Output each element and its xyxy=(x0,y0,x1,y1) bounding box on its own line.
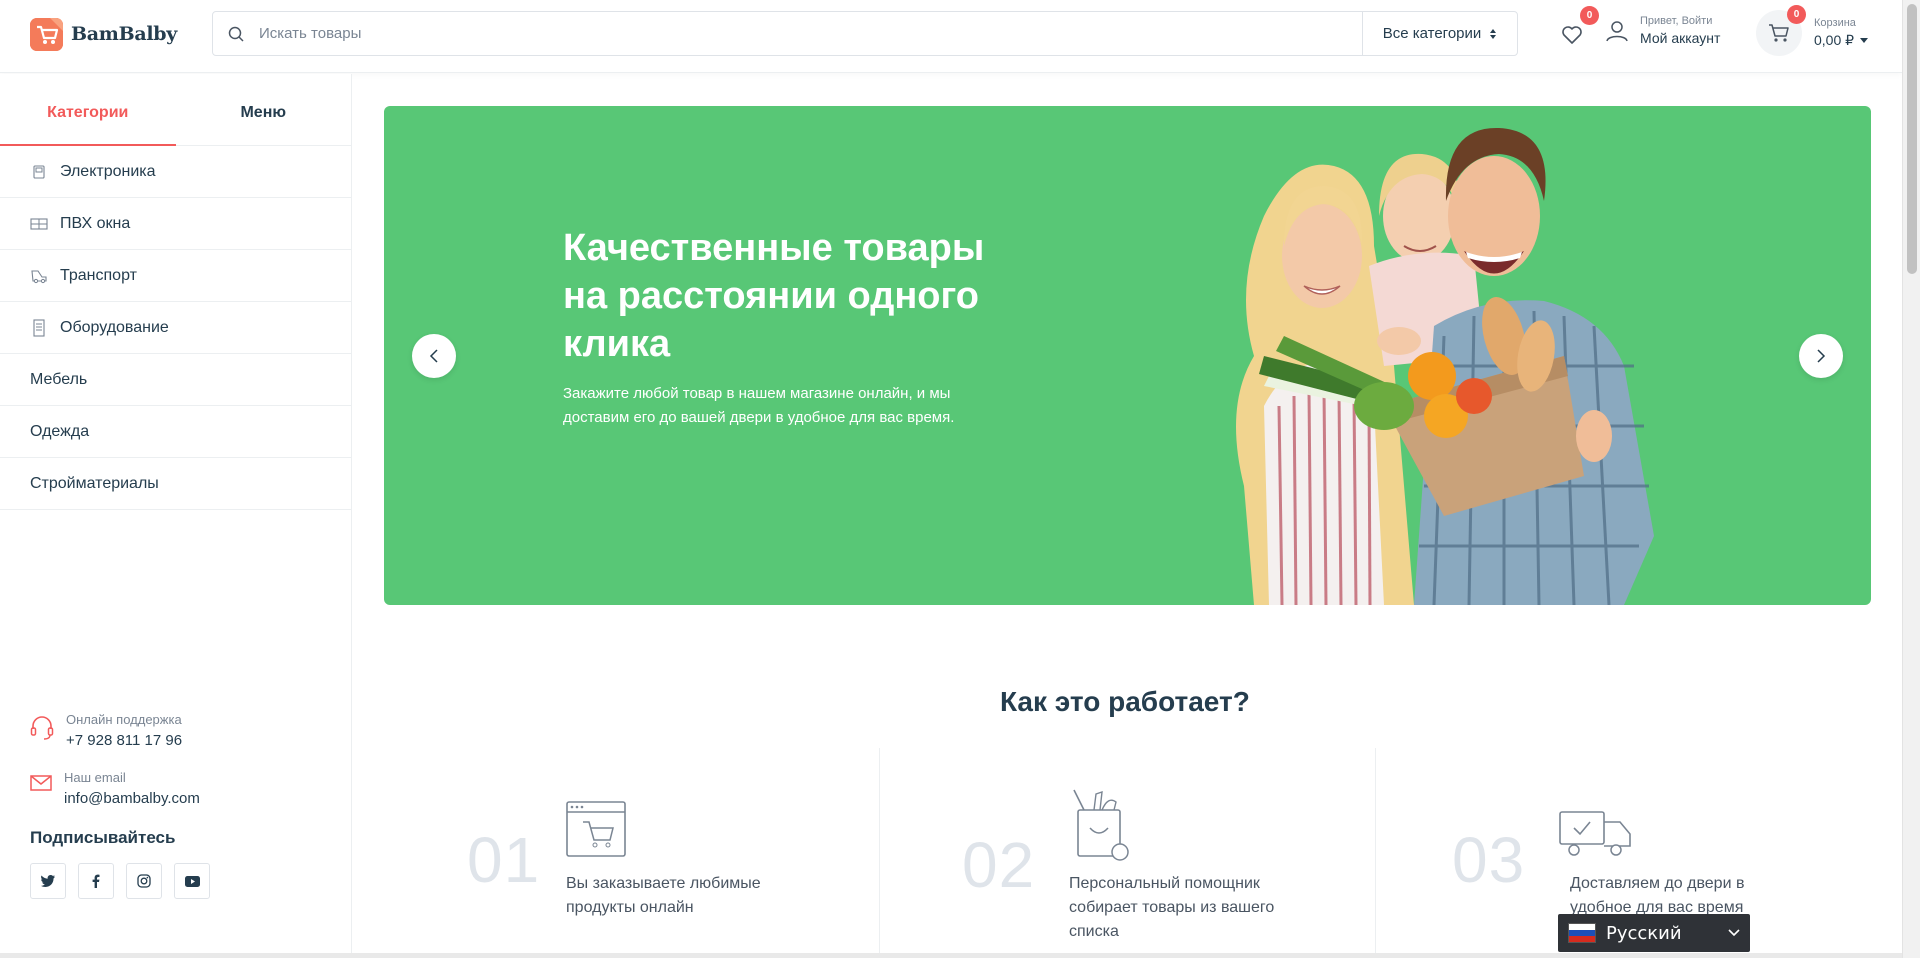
tab-categories[interactable]: Категории xyxy=(0,74,176,146)
cart-label: Корзина xyxy=(1814,17,1856,29)
slider-next-button[interactable] xyxy=(1799,334,1843,378)
electronics-icon xyxy=(30,163,48,181)
page-bottom-border xyxy=(0,953,1902,958)
logo-text: BamBalby xyxy=(71,23,177,45)
user-icon xyxy=(1606,20,1628,41)
cart-total: 0,00 ₽ xyxy=(1814,32,1855,48)
search-icon xyxy=(213,12,259,55)
envelope-icon xyxy=(30,775,52,791)
grocery-bag-icon xyxy=(1073,789,1129,861)
cart-icon-wrap: 0 xyxy=(1756,5,1806,56)
sidebar-item-label: Одежда xyxy=(30,422,90,440)
account-label: Мой аккаунт xyxy=(1640,30,1721,46)
sidebar-item-clothing[interactable]: Одежда xyxy=(0,406,351,458)
sidebar: Категории Меню Электроника ПВХ окна Тран… xyxy=(0,74,352,958)
logo-cart-icon xyxy=(30,17,63,51)
chevron-down-icon xyxy=(1728,929,1740,937)
russia-flag-icon xyxy=(1568,923,1596,943)
heart-icon xyxy=(1562,26,1582,44)
how-it-works-title: Как это работает? xyxy=(1000,686,1250,717)
sidebar-item-label: Стройматериалы xyxy=(30,474,159,492)
step-text: Персональный помощник собирает товары из… xyxy=(1069,875,1275,940)
search-bar: Все категории xyxy=(212,11,1518,56)
account-greeting: Привет, Войти xyxy=(1640,15,1713,27)
hero-subtitle: Закажите любой товар в нашем магазине он… xyxy=(563,385,955,426)
support-label: Онлайн поддержка xyxy=(66,712,182,727)
sidebar-item-electronics[interactable]: Электроника xyxy=(0,146,351,198)
language-label: Русский xyxy=(1606,922,1682,944)
email-value[interactable]: info@bambalby.com xyxy=(64,790,200,807)
step-text: Вы заказываете любимые продукты онлайн xyxy=(566,875,761,916)
support-phone[interactable]: +7 928 811 17 96 xyxy=(66,732,182,749)
hero-family-image xyxy=(1236,127,1654,605)
sort-arrows-icon xyxy=(1490,28,1497,39)
step-text: Доставляем до двери в удобное для вас вр… xyxy=(1570,875,1745,916)
instagram-link[interactable] xyxy=(126,863,162,899)
delivery-truck-icon xyxy=(1559,811,1631,856)
sidebar-item-label: Электроника xyxy=(60,162,156,180)
hero-banner: Качественные товары на расстоянии одного… xyxy=(384,106,1871,605)
equipment-icon xyxy=(30,318,48,337)
sidebar-item-equipment[interactable]: Оборудование xyxy=(0,302,351,354)
support-block: Онлайн поддержка +7 928 811 17 96 Наш em… xyxy=(30,712,210,899)
email-row: Наш email info@bambalby.com xyxy=(30,770,210,807)
step-number: 02 xyxy=(962,829,1036,901)
twitter-link[interactable] xyxy=(30,863,66,899)
slider-prev-button[interactable] xyxy=(412,334,456,378)
social-links xyxy=(30,863,210,899)
sidebar-item-transport[interactable]: Транспорт xyxy=(0,250,351,302)
instagram-icon xyxy=(137,874,151,888)
chevron-right-icon xyxy=(1817,349,1826,363)
site-header: BamBalby Все категории 0 Привет, Войти М… xyxy=(0,0,1902,73)
category-select[interactable]: Все категории xyxy=(1362,12,1517,55)
cart-count-badge: 0 xyxy=(1787,5,1806,24)
youtube-link[interactable] xyxy=(174,863,210,899)
transport-icon xyxy=(30,267,48,285)
facebook-icon xyxy=(92,874,100,888)
sidebar-item-furniture[interactable]: Мебель xyxy=(0,354,351,406)
twitter-icon xyxy=(41,875,55,887)
hero-title: Качественные товары на расстоянии одного… xyxy=(563,227,985,365)
sidebar-item-label: Мебель xyxy=(30,370,88,388)
vertical-scrollbar[interactable] xyxy=(1902,0,1920,958)
sidebar-item-building-materials[interactable]: Стройматериалы xyxy=(0,458,351,510)
scrollbar-thumb[interactable] xyxy=(1907,4,1917,274)
wishlist-button[interactable]: 0 xyxy=(1560,6,1599,47)
step-number: 03 xyxy=(1452,824,1526,896)
wishlist-count-badge: 0 xyxy=(1580,6,1599,25)
chevron-down-icon xyxy=(1860,38,1869,43)
email-label: Наш email xyxy=(64,770,126,785)
sidebar-tabs: Категории Меню xyxy=(0,74,351,146)
support-phone-row: Онлайн поддержка +7 928 811 17 96 xyxy=(30,712,210,749)
cart-icon xyxy=(1769,24,1789,42)
youtube-icon xyxy=(184,875,200,887)
sidebar-item-label: Оборудование xyxy=(60,318,169,336)
category-select-label: Все категории xyxy=(1382,25,1482,42)
category-list: Электроника ПВХ окна Транспорт Оборудова… xyxy=(0,146,351,510)
search-input[interactable] xyxy=(259,12,1362,55)
logo[interactable]: BamBalby xyxy=(30,17,177,51)
language-switcher[interactable]: Русский xyxy=(1558,914,1750,952)
sidebar-item-pvc-windows[interactable]: ПВХ окна xyxy=(0,198,351,250)
facebook-link[interactable] xyxy=(78,863,114,899)
step-2: 02 Персональный помощник собирает товары… xyxy=(880,748,1376,958)
chevron-left-icon xyxy=(429,349,438,363)
account-link[interactable]: Привет, Войти Мой аккаунт xyxy=(1606,15,1720,46)
step-1: 01 Вы заказываете любимые продукты онлай… xyxy=(384,748,880,958)
tab-menu[interactable]: Меню xyxy=(176,74,352,145)
subscribe-title: Подписывайтесь xyxy=(30,828,176,847)
window-icon xyxy=(30,215,48,233)
online-cart-icon xyxy=(566,801,626,857)
headset-icon xyxy=(30,716,54,740)
step-number: 01 xyxy=(467,824,541,896)
cart-button[interactable]: 0 Корзина 0,00 ₽ xyxy=(1756,5,1869,56)
sidebar-item-label: Транспорт xyxy=(60,266,137,284)
sidebar-item-label: ПВХ окна xyxy=(60,214,131,232)
